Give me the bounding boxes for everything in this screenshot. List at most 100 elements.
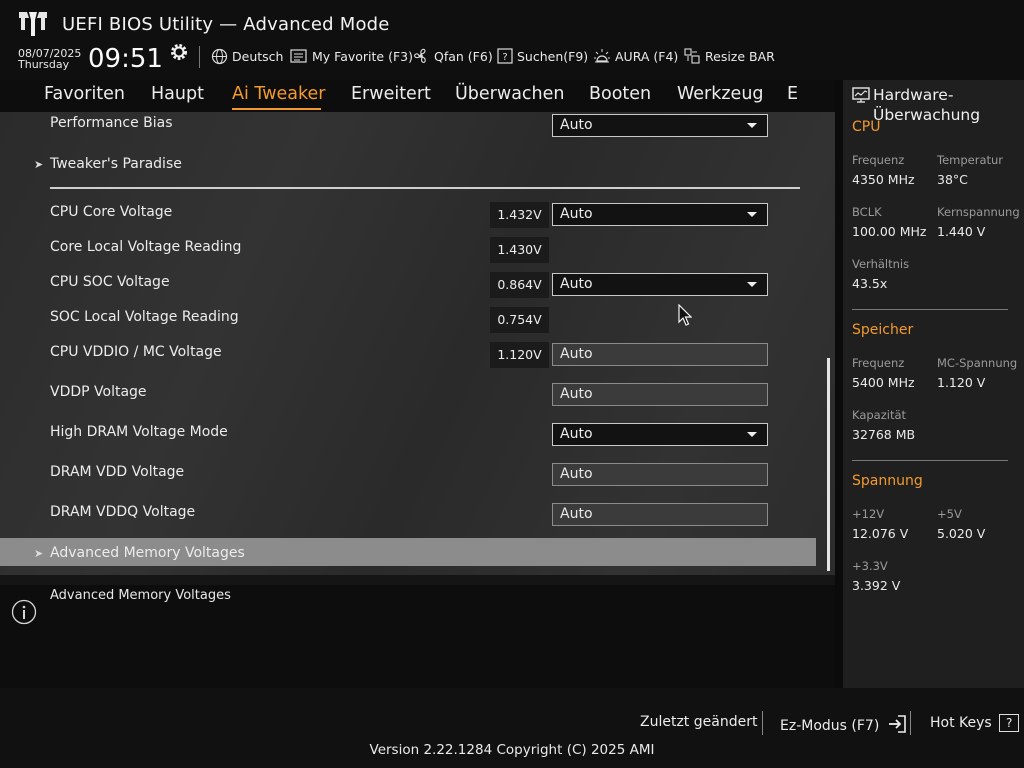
voltage-section-title: Spannung (852, 473, 923, 489)
tab-ai-tweaker[interactable]: Ai Tweaker (232, 84, 325, 104)
exit-arrow-icon (888, 715, 906, 733)
mc-voltage-label: MC-Spannung (937, 356, 1018, 370)
hardware-monitor-sidebar: Hardware-Überwachung CPU Frequenz 4350 M… (843, 80, 1024, 688)
weekday-text: Thursday (18, 58, 70, 71)
v5-value: 5.020 V (937, 526, 986, 541)
tab-haupt[interactable]: Haupt (151, 84, 204, 104)
resize-bar-label: Resize BAR (705, 48, 775, 64)
tab-werkzeug[interactable]: Werkzeug (677, 84, 764, 104)
cpu-core-voltage-dropdown[interactable]: Auto (552, 203, 768, 226)
dram-vdd-voltage-field[interactable]: Auto (552, 463, 768, 486)
setting-label-high-dram-voltage-mode: High DRAM Voltage Mode (50, 424, 228, 440)
top-header: UEFI BIOS Utility — Advanced Mode 08/07/… (0, 0, 1024, 80)
high-dram-voltage-mode-dropdown[interactable]: Auto (552, 423, 768, 446)
tab-favoriten[interactable]: Favoriten (44, 84, 125, 104)
scrollbar-thumb[interactable] (827, 358, 830, 571)
ez-mode-button[interactable]: Ez-Modus (F7) (780, 714, 907, 734)
cpu-temperature-value: 38°C (937, 172, 968, 187)
column-gap (835, 80, 843, 688)
version-text: Version 2.22.1284 Copyright (C) 2025 AMI (369, 742, 655, 758)
resize-bar-icon (684, 48, 700, 64)
resize-bar-button[interactable]: Resize BAR (683, 47, 775, 65)
ez-mode-label: Ez-Modus (F7) (780, 718, 880, 734)
dram-vddq-voltage-field[interactable]: Auto (552, 503, 768, 526)
voltage-readout: 0.754V (490, 307, 549, 333)
tab-erweitert[interactable]: Erweitert (351, 84, 431, 104)
cpu-vddio-mc-voltage-field[interactable]: Auto (552, 343, 768, 366)
setting-label-dram-vddq-voltage: DRAM VDDQ Voltage (50, 504, 196, 520)
mc-voltage-value: 1.120 V (937, 375, 986, 390)
clock: 09:51 (88, 44, 163, 74)
voltage-readout: 1.120V (490, 342, 549, 368)
help-description: Advanced Memory Voltages (50, 588, 231, 603)
hot-keys-button[interactable]: Hot Keys ? (930, 714, 1020, 732)
qfan-label: Qfan (F6) (434, 48, 493, 64)
my-favorite-label: My Favorite (F3) (312, 48, 413, 64)
tuf-logo-icon (19, 12, 47, 36)
sidebar-separator (852, 460, 1008, 461)
qfan-button[interactable]: Qfan (F6) (412, 47, 493, 65)
setting-label-vddp-voltage: VDDP Voltage (50, 384, 147, 400)
question-key-icon: ? (999, 714, 1020, 732)
v12-value: 12.076 V (852, 526, 909, 541)
setting-label-cpu-vddio-mc: CPU VDDIO / MC Voltage (50, 344, 222, 360)
footer-separator (762, 711, 763, 735)
my-favorite-button[interactable]: My Favorite (F3) (290, 47, 413, 65)
setting-label-dram-vdd-voltage: DRAM VDD Voltage (50, 464, 185, 480)
tab-ueberwachen[interactable]: Überwachen (455, 84, 565, 104)
search-button[interactable]: ? Suchen(F9) (497, 47, 588, 65)
sidebar-separator (852, 309, 1008, 310)
chevron-down-icon (747, 212, 757, 217)
search-label: Suchen(F9) (517, 48, 589, 64)
chevron-down-icon (747, 432, 757, 437)
header-separator (199, 46, 200, 68)
setting-label-core-local-voltage: Core Local Voltage Reading (50, 239, 242, 255)
chevron-down-icon (747, 282, 757, 287)
app-title: UEFI BIOS Utility — Advanced Mode (62, 14, 390, 35)
voltage-readout: 0.864V (490, 272, 549, 298)
globe-icon (211, 48, 228, 64)
v33-value: 3.392 V (852, 578, 901, 593)
dropdown-value: Auto (560, 117, 593, 133)
settings-panel: Performance Bias Auto ➤ Tweaker's Paradi… (0, 112, 835, 575)
dropdown-value: Auto (560, 276, 593, 292)
cpu-temperature-label: Temperatur (937, 153, 1004, 167)
submenu-tweakers-paradise[interactable]: Tweaker's Paradise (50, 156, 182, 172)
submenu-advanced-memory-voltages[interactable]: Advanced Memory Voltages (50, 545, 245, 561)
aura-label: AURA (F4) (615, 48, 679, 64)
submenu-arrow-icon: ➤ (34, 547, 44, 560)
section-divider (50, 187, 800, 189)
setting-label-soc-local-voltage: SOC Local Voltage Reading (50, 309, 239, 325)
submenu-arrow-icon: ➤ (34, 158, 44, 171)
vddp-voltage-field[interactable]: Auto (552, 383, 768, 406)
voltage-readout: 1.430V (490, 237, 549, 263)
memory-section-title: Speicher (852, 322, 914, 338)
language-button[interactable]: Deutsch (211, 47, 283, 65)
active-tab-underline (232, 108, 321, 110)
tab-booten[interactable]: Booten (589, 84, 651, 104)
last-modified-button[interactable]: Zuletzt geändert (640, 714, 757, 730)
aura-button[interactable]: AURA (F4) (593, 47, 678, 65)
svg-text:?: ? (502, 52, 507, 63)
performance-bias-dropdown[interactable]: Auto (552, 114, 768, 137)
search-help-icon: ? (497, 48, 513, 64)
setting-label-cpu-core-voltage: CPU Core Voltage (50, 204, 173, 220)
memory-frequency-value: 5400 MHz (852, 375, 915, 390)
mouse-cursor-icon (678, 304, 692, 326)
footer-bar: Zuletzt geändert Ez-Modus (F7) Hot Keys … (0, 688, 1024, 768)
cpu-soc-voltage-dropdown[interactable]: Auto (552, 273, 768, 296)
ratio-label: Verhältnis (852, 257, 910, 271)
footer-separator (910, 711, 911, 735)
capacity-value: 32768 MB (852, 427, 916, 442)
info-icon (11, 599, 37, 625)
cpu-section-title: CPU (852, 119, 881, 135)
capacity-label: Kapazität (852, 408, 907, 422)
core-voltage-label: Kernspannung (937, 205, 1020, 219)
v12-label: +12V (852, 507, 885, 521)
dropdown-value: Auto (560, 426, 593, 442)
sidebar-title: Hardware-Überwachung (873, 86, 981, 124)
setting-label-cpu-soc-voltage: CPU SOC Voltage (50, 274, 170, 290)
tab-exit-partial[interactable]: E (787, 84, 798, 104)
gear-icon[interactable] (169, 42, 189, 62)
main-nav: Favoriten Haupt Ai Tweaker Erweitert Übe… (0, 80, 835, 112)
